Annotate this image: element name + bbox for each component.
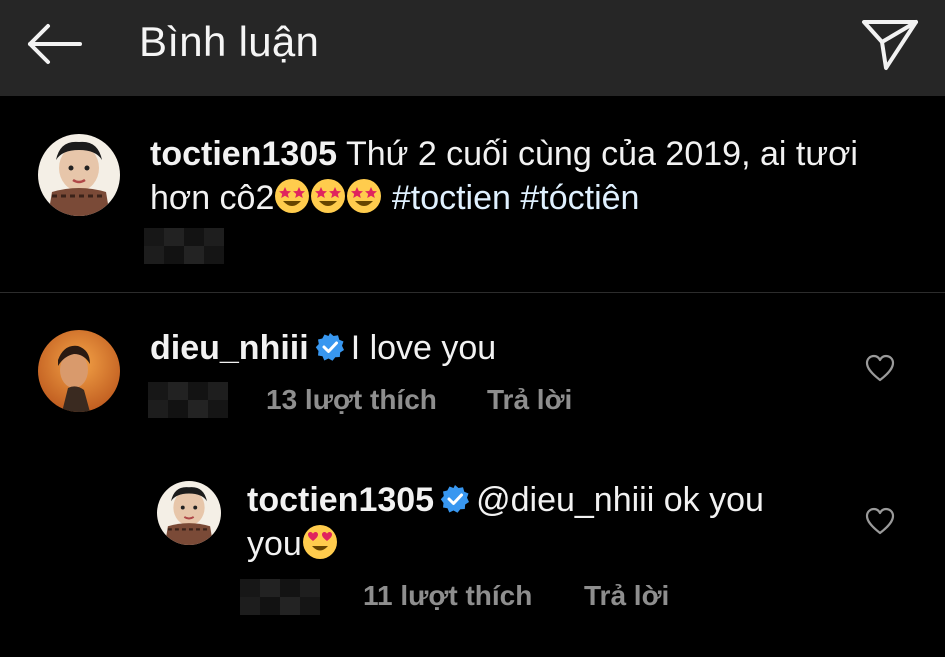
verified-badge-icon xyxy=(315,333,344,361)
reply-button[interactable]: Trả lời xyxy=(584,580,669,612)
heart-eyes-emoji-icon xyxy=(302,525,337,559)
arrow-left-icon xyxy=(28,24,82,64)
avatar[interactable] xyxy=(157,481,221,545)
comment-username[interactable]: dieu_nhiii xyxy=(150,329,309,367)
caption-body-line2: hơn cô2 xyxy=(150,179,275,217)
comment-text: dieu_nhiii I love you xyxy=(150,326,830,370)
back-button[interactable] xyxy=(22,20,86,68)
timestamp-redacted xyxy=(240,579,320,615)
reply-username[interactable]: toctien1305 xyxy=(247,481,434,519)
likes-count[interactable]: 13 lượt thích xyxy=(266,384,437,416)
caption-body-line1: Thứ 2 cuối cùng của 2019, ai tươi xyxy=(345,135,858,173)
timestamp-redacted xyxy=(148,382,228,418)
top-bar: Bình luận xyxy=(0,0,945,96)
page-title: Bình luận xyxy=(139,18,320,65)
reply-text: toctien1305 @dieu_nhiii ok you you xyxy=(247,478,847,566)
reply-body-line1: @dieu_nhiii ok you xyxy=(476,481,764,519)
caption-username[interactable]: toctien1305 xyxy=(150,135,337,173)
timestamp-redacted xyxy=(144,228,224,264)
heart-icon[interactable] xyxy=(865,507,895,535)
caption-text: toctien1305 Thứ 2 cuối cùng của 2019, ai… xyxy=(150,132,910,220)
star-struck-emoji-icon xyxy=(275,179,310,213)
reply-body-line2: you xyxy=(247,525,302,563)
heart-icon[interactable] xyxy=(865,354,895,382)
share-button[interactable] xyxy=(858,14,922,72)
paper-plane-icon xyxy=(862,20,918,70)
avatar[interactable] xyxy=(38,134,120,216)
star-struck-emoji-icon xyxy=(311,179,346,213)
comment-body: I love you xyxy=(350,329,497,367)
avatar[interactable] xyxy=(38,330,120,412)
verified-badge-icon xyxy=(440,485,470,513)
likes-count[interactable]: 11 lượt thích xyxy=(363,580,532,612)
caption-hashtags[interactable]: #toctien #tóctiên xyxy=(392,179,640,217)
reply-button[interactable]: Trả lời xyxy=(487,384,572,416)
divider xyxy=(0,292,945,293)
star-struck-emoji-icon xyxy=(347,179,382,213)
